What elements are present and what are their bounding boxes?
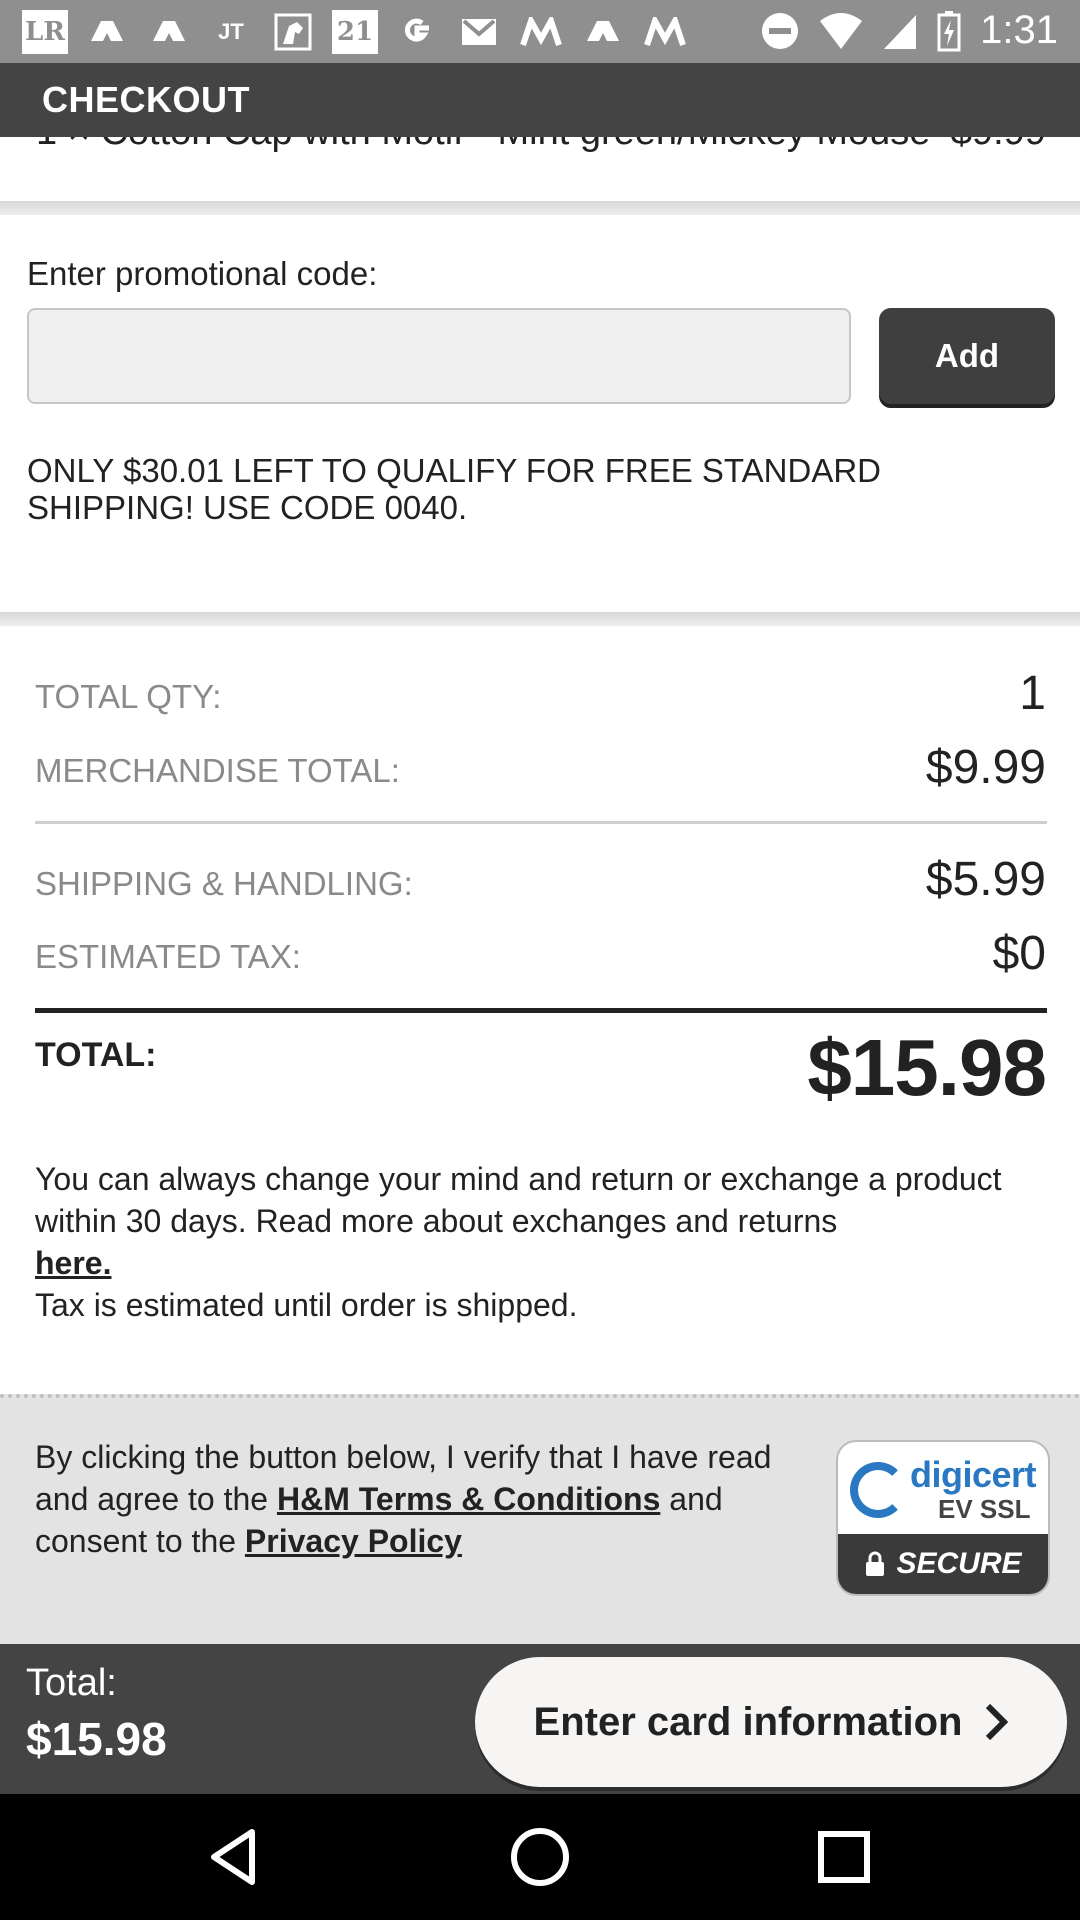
promo-code-input[interactable] [27,308,851,404]
cart-item-name: 1 × Cotton Cap with Motif - Mint green/M… [36,137,930,154]
free-shipping-message: ONLY $30.01 LEFT TO QUALIFY FOR FREE STA… [27,452,881,526]
tax-value: $0 [992,927,1046,980]
do-not-disturb-icon [762,12,799,49]
gmail-icon [456,10,502,54]
total-divider [35,1008,1047,1013]
drive-icon [84,10,130,54]
cta-label: Enter card information [533,1699,963,1744]
jt-app-icon: JT [218,19,244,44]
merchandise-total-value: $9.99 [925,741,1046,794]
badge-secure-label: SECURE [896,1547,1022,1580]
recents-icon[interactable] [811,1824,877,1890]
home-icon[interactable] [507,1824,573,1890]
google-icon [394,10,440,54]
total-qty-label: TOTAL QTY: [35,678,222,715]
lr-app-icon: LR [22,10,68,54]
order-total-label: TOTAL: [35,1036,157,1074]
tax-label: ESTIMATED TAX: [35,938,301,975]
returns-text: You can always change your mind and retu… [35,1161,1002,1239]
status-bar: LR JT 21 1:31 [0,0,1080,63]
bottom-total-label: Total: [26,1662,117,1704]
notification-icons: LR JT 21 [22,10,688,54]
section-divider [0,201,1080,215]
horse-app-icon [270,10,316,54]
clock: 1:31 [980,8,1058,52]
legal-section: By clicking the button below, I verify t… [0,1394,1080,1648]
forever21-icon: 21 [332,10,378,54]
m-app-icon [518,10,564,54]
lock-icon [866,1551,885,1576]
returns-here-link[interactable]: here. [35,1245,111,1281]
system-nav-bar [0,1794,1080,1920]
badge-top: digicert EV SSL [838,1442,1048,1534]
m-app-icon-2 [642,10,688,54]
merchandise-total-label: MERCHANDISE TOTAL: [35,752,400,789]
shipping-value: $5.99 [925,853,1046,906]
page-title: CHECKOUT [42,79,250,120]
privacy-policy-link[interactable]: Privacy Policy [245,1523,462,1559]
system-status: 1:31 [760,8,1058,53]
terms-link[interactable]: H&M Terms & Conditions [277,1481,660,1517]
battery-icon [937,10,961,51]
order-total-value: $15.98 [807,1023,1047,1112]
badge-secure: SECURE [838,1534,1048,1594]
section-divider [0,612,1080,626]
chevron-right-icon [986,1703,1009,1741]
checkout-bar: Total: $15.98 Enter card information [0,1644,1080,1794]
enter-card-information-button[interactable]: Enter card information [475,1657,1067,1787]
bottom-total-value: $15.98 [26,1713,167,1765]
wifi-icon [820,12,863,49]
digicert-logo-icon [850,1462,906,1518]
digicert-ssl-badge[interactable]: digicert EV SSL SECURE [838,1442,1048,1594]
tax-note: Tax is estimated until order is shipped. [35,1287,578,1323]
total-qty-value: 1 [1019,667,1046,720]
cart-item: 1 × Cotton Cap with Motif - Mint green/M… [0,137,1080,201]
app-bar: CHECKOUT [0,63,1080,137]
promo-label: Enter promotional code: [27,255,378,292]
drive-icon-2 [146,10,192,54]
legal-text: By clicking the button below, I verify t… [35,1436,795,1562]
signal-icon [884,14,917,49]
add-promo-button[interactable]: Add [879,308,1055,404]
returns-info: You can always change your mind and retu… [35,1158,1045,1326]
drive-icon-3 [580,10,626,54]
badge-ev-ssl: EV SSL [938,1494,1031,1524]
cart-item-price: $9.99 [951,137,1046,154]
badge-brand: digicert [910,1454,1037,1495]
summary-divider [35,821,1047,824]
shipping-label: SHIPPING & HANDLING: [35,865,413,902]
back-icon[interactable] [202,1824,268,1890]
